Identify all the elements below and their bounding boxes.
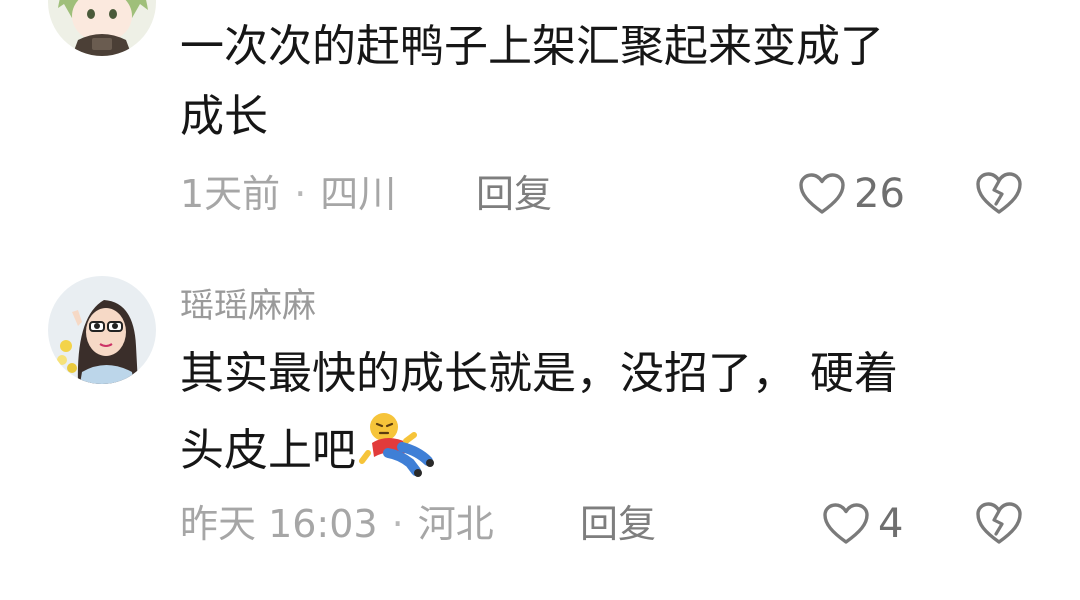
like-button[interactable]: 26	[798, 168, 905, 220]
heart-outline-icon	[823, 503, 869, 544]
like-button[interactable]: 4	[822, 498, 903, 550]
comment-text-line: 其实最快的成长就是，没招了， 硬着	[180, 348, 898, 399]
avatar[interactable]	[48, 276, 156, 384]
comment-time: 昨天 16:03	[180, 502, 378, 546]
comment-text: 一次次的赶鸭子上架汇聚起来变成了 成长	[180, 12, 1020, 152]
dislike-button[interactable]	[974, 500, 1026, 552]
lying-down-sticker-icon	[358, 409, 438, 477]
comment-meta: 昨天 16:03 · 河北	[180, 500, 494, 548]
avatar-girl-sunglasses-icon	[48, 276, 156, 384]
comment-text-line: 成长	[180, 91, 268, 142]
comment-text-fragment: 头皮上吧	[180, 425, 356, 476]
avatar-anime-green-hair-icon	[48, 0, 156, 56]
comment-time: 1天前	[180, 172, 281, 216]
broken-heart-icon	[976, 502, 1022, 544]
comment-item: 一次次的赶鸭子上架汇聚起来变成了 成长 1天前 · 四川 回复 26	[0, 0, 1080, 250]
dislike-button[interactable]	[974, 170, 1026, 222]
avatar[interactable]	[48, 0, 156, 56]
comment-text-line-with-emoji: 头皮上吧	[180, 409, 1020, 479]
comment-location: 河北	[417, 502, 494, 546]
username[interactable]: 瑶瑶麻麻	[180, 286, 316, 326]
comment-text: 其实最快的成长就是，没招了， 硬着 头皮上吧	[180, 339, 1020, 479]
comment-meta: 1天前 · 四川	[180, 170, 396, 218]
broken-heart-icon	[976, 172, 1022, 214]
reply-button[interactable]: 回复	[580, 500, 656, 548]
meta-separator: ·	[294, 172, 307, 216]
like-count: 26	[854, 171, 905, 217]
comment-text-line: 一次次的赶鸭子上架汇聚起来变成了	[180, 21, 884, 72]
meta-separator: ·	[391, 502, 404, 546]
reply-button[interactable]: 回复	[476, 170, 552, 218]
comment-location: 四川	[320, 172, 397, 216]
like-count: 4	[878, 501, 904, 547]
comment-item: 瑶瑶麻麻 其实最快的成长就是，没招了， 硬着 头皮上吧 昨天 16:03 · 河…	[0, 250, 1080, 600]
heart-outline-icon	[799, 173, 845, 214]
